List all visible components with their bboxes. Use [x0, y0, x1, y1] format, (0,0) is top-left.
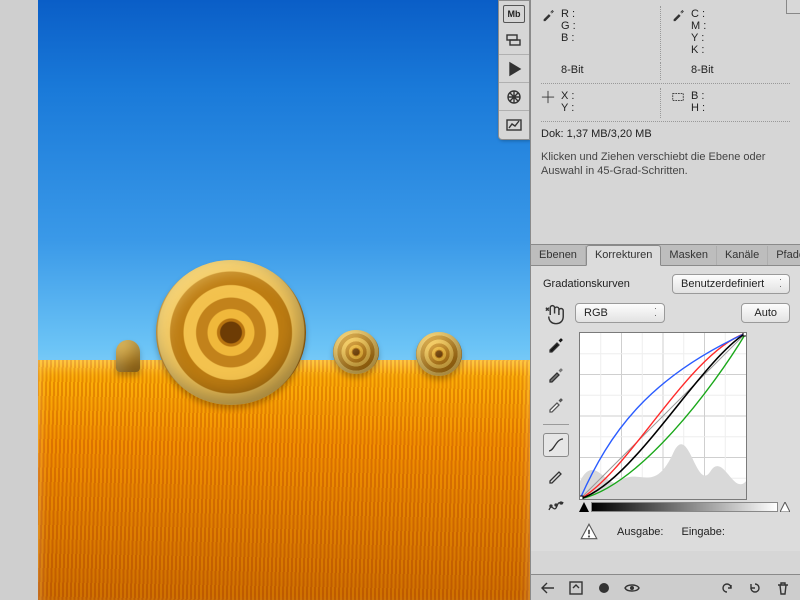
curves-auto-button[interactable]: Auto	[741, 303, 790, 323]
workspace-gutter	[0, 0, 38, 600]
canvas-bale	[116, 340, 140, 372]
prev-icon	[719, 580, 735, 596]
eyedropper-icon	[547, 335, 565, 353]
info-bit-left: 8-Bit	[541, 64, 584, 76]
tab-masken[interactable]: Masken	[661, 246, 717, 265]
layers-icon	[505, 32, 523, 50]
curves-graph[interactable]	[579, 332, 747, 500]
smooth-icon	[547, 496, 565, 514]
curve-icon	[547, 436, 565, 454]
trash-icon	[775, 580, 791, 596]
panel-button-actions[interactable]	[499, 55, 529, 83]
panel-button-navigator[interactable]	[499, 83, 529, 111]
info-k-label: K :	[691, 44, 706, 56]
document-canvas[interactable]	[38, 0, 530, 600]
reset-button[interactable]	[746, 579, 764, 597]
curves-panel: Gradationskurven Benutzerdefiniert RGB A…	[531, 266, 800, 551]
info-m-label: M :	[691, 20, 706, 32]
curve-draw-mode[interactable]	[543, 463, 569, 487]
info-r-label: R :	[561, 8, 576, 20]
adjustments-tabstrip: Ebenen Korrekturen Masken Kanäle Pfade	[531, 244, 800, 266]
curves-side-tools	[543, 332, 569, 517]
canvas-field	[38, 360, 530, 600]
panel-button-layers[interactable]	[499, 27, 529, 55]
pencil-icon	[547, 466, 565, 484]
navigator-icon	[505, 88, 523, 106]
sample-black-eyedropper[interactable]	[543, 332, 569, 356]
info-y-label: Y :	[561, 102, 574, 114]
play-icon	[505, 60, 523, 78]
hand-point-icon	[543, 302, 569, 328]
reset-icon	[747, 580, 763, 596]
curves-title: Gradationskurven	[543, 278, 630, 290]
info-c-label: C :	[691, 8, 706, 20]
info-y-label: Y :	[691, 32, 706, 44]
eyedropper-icon	[541, 8, 555, 22]
eye-icon	[624, 580, 640, 596]
curve-point-mode[interactable]	[543, 433, 569, 457]
panel-collapse-toggle[interactable]	[786, 0, 800, 14]
black-point-slider[interactable]	[579, 502, 589, 512]
info-w-label: B :	[691, 90, 705, 102]
collapsed-panel-dock: Mb	[498, 0, 530, 140]
info-bit-right: 8-Bit	[671, 64, 714, 76]
panel-button-mb[interactable]: Mb	[503, 5, 525, 23]
clip-to-layer-button[interactable]	[595, 579, 613, 597]
toggle-visibility-button[interactable]	[623, 579, 641, 597]
expand-view-button[interactable]	[567, 579, 585, 597]
expand-icon	[568, 580, 584, 596]
curves-output-label: Ausgabe:	[617, 526, 663, 538]
eyedropper-icon	[671, 8, 685, 22]
white-point-slider[interactable]	[780, 502, 790, 512]
warning-icon	[579, 522, 599, 542]
sample-gray-eyedropper[interactable]	[543, 362, 569, 386]
info-h-label: H :	[691, 102, 705, 114]
histogram-icon	[505, 116, 523, 134]
info-g-label: G :	[561, 20, 576, 32]
info-hint: Klicken und Ziehen verschiebt die Ebene …	[541, 144, 790, 178]
info-docsize: Dok: 1,37 MB/3,20 MB	[541, 126, 790, 144]
canvas-bale	[156, 260, 306, 405]
curve-smooth-button[interactable]	[543, 493, 569, 517]
tab-pfade[interactable]: Pfade	[768, 246, 800, 265]
eyedropper-icon	[547, 395, 565, 413]
panel-button-histogram[interactable]	[499, 111, 529, 139]
canvas-bale	[333, 330, 379, 374]
previous-state-button[interactable]	[718, 579, 736, 597]
tab-korrekturen[interactable]: Korrekturen	[586, 245, 661, 266]
adjustments-footer	[531, 574, 800, 600]
crosshair-icon	[541, 90, 555, 104]
info-x-label: X :	[561, 90, 574, 102]
info-b-label: B :	[561, 32, 576, 44]
eyedropper-icon	[547, 365, 565, 383]
sample-white-eyedropper[interactable]	[543, 392, 569, 416]
dimensions-icon	[671, 90, 685, 104]
right-panel-column: R : G : B : C : M : Y : K :	[530, 0, 800, 600]
tab-kanaele[interactable]: Kanäle	[717, 246, 768, 265]
curves-input-label: Eingabe:	[681, 526, 724, 538]
info-panel: R : G : B : C : M : Y : K :	[531, 0, 800, 188]
return-to-list-button[interactable]	[539, 579, 557, 597]
clip-warning-toggle[interactable]	[579, 523, 599, 541]
curves-preset-select[interactable]: Benutzerdefiniert	[672, 274, 790, 294]
curves-channel-select[interactable]: RGB	[575, 303, 665, 323]
tab-ebenen[interactable]: Ebenen	[531, 246, 586, 265]
targeted-adjust-tool[interactable]	[543, 302, 569, 324]
canvas-bale	[416, 332, 462, 376]
back-arrow-icon	[540, 580, 556, 596]
clip-icon	[596, 580, 612, 596]
delete-adjustment-button[interactable]	[774, 579, 792, 597]
